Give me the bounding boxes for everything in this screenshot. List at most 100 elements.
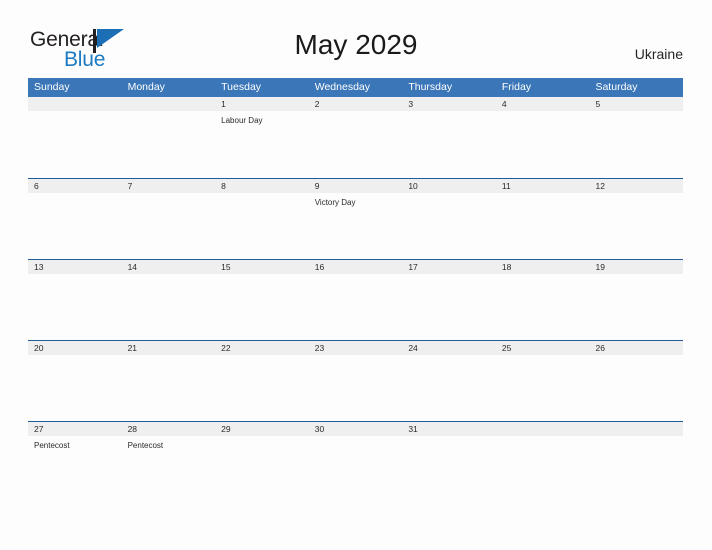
day-number-31[interactable]: 31 bbox=[402, 422, 496, 436]
day-number-28[interactable]: 28 bbox=[122, 422, 216, 436]
day-cell[interactable] bbox=[402, 193, 496, 259]
country-label: Ukraine bbox=[634, 46, 683, 62]
day-cell[interactable] bbox=[589, 355, 683, 421]
day-cell[interactable] bbox=[28, 111, 122, 177]
page-header: General Blue May 2029 Ukraine bbox=[0, 0, 712, 78]
day-number-11[interactable]: 11 bbox=[496, 179, 590, 193]
calendar-week-row: 27 28 29 30 31 Pentecost Pentecost bbox=[28, 421, 683, 502]
day-cell[interactable] bbox=[496, 111, 590, 177]
week-event-band: Pentecost Pentecost bbox=[28, 436, 683, 502]
week-date-band: 6 7 8 9 10 11 12 bbox=[28, 178, 683, 193]
day-number-empty bbox=[589, 422, 683, 436]
weekday-header-monday: Monday bbox=[127, 81, 165, 93]
day-number-21[interactable]: 21 bbox=[122, 341, 216, 355]
weekday-header-thursday: Thursday bbox=[408, 81, 453, 93]
day-cell[interactable]: Pentecost bbox=[28, 436, 122, 502]
day-cell[interactable] bbox=[28, 355, 122, 421]
day-cell[interactable] bbox=[402, 355, 496, 421]
day-number-2[interactable]: 2 bbox=[309, 97, 403, 111]
day-cell[interactable] bbox=[589, 274, 683, 340]
day-number-5[interactable]: 5 bbox=[589, 97, 683, 111]
day-cell[interactable] bbox=[215, 355, 309, 421]
day-cell[interactable] bbox=[309, 111, 403, 177]
day-cell[interactable] bbox=[122, 355, 216, 421]
day-number-3[interactable]: 3 bbox=[402, 97, 496, 111]
week-event-band: Labour Day bbox=[28, 111, 683, 177]
day-cell[interactable] bbox=[402, 436, 496, 502]
calendar-week-row: 20 21 22 23 24 25 26 bbox=[28, 340, 683, 421]
day-cell[interactable] bbox=[589, 436, 683, 502]
day-number-13[interactable]: 13 bbox=[28, 260, 122, 274]
calendar-week-row: 6 7 8 9 10 11 12 Victory Day bbox=[28, 178, 683, 259]
week-date-band: 12345 bbox=[28, 97, 683, 111]
day-cell[interactable] bbox=[215, 436, 309, 502]
day-cell[interactable]: Pentecost bbox=[122, 436, 216, 502]
weekday-header-friday: Friday bbox=[501, 81, 532, 93]
day-number-empty bbox=[122, 97, 216, 111]
day-cell[interactable] bbox=[402, 111, 496, 177]
day-cell[interactable] bbox=[122, 111, 216, 177]
calendar-weeks: 1 2 3 4 5 Labour Day 6 7 8 9 10 11 12 Victory Day 13 14… bbox=[28, 97, 683, 502]
day-number-4[interactable]: 4 bbox=[496, 97, 590, 111]
day-cell[interactable] bbox=[122, 193, 216, 259]
day-number-14[interactable]: 14 bbox=[122, 260, 216, 274]
day-cell[interactable]: Victory Day bbox=[309, 193, 403, 259]
holiday-label: Victory Day bbox=[314, 198, 356, 207]
day-number-20[interactable]: 20 bbox=[28, 341, 122, 355]
week-date-band: 20 21 22 23 24 25 26 bbox=[28, 340, 683, 355]
day-number-25[interactable]: 25 bbox=[496, 341, 590, 355]
day-number-30[interactable]: 30 bbox=[309, 422, 403, 436]
holiday-label: Pentecost bbox=[34, 441, 70, 450]
weekday-header-wednesday: Wednesday bbox=[314, 81, 370, 93]
day-number-empty bbox=[28, 97, 122, 111]
day-number-24[interactable]: 24 bbox=[402, 341, 496, 355]
day-cell[interactable] bbox=[589, 111, 683, 177]
day-number-16[interactable]: 16 bbox=[309, 260, 403, 274]
day-cell[interactable] bbox=[402, 274, 496, 340]
day-number-15[interactable]: 15 bbox=[215, 260, 309, 274]
calendar-week-row: 13 14 15 16 17 18 19 bbox=[28, 259, 683, 340]
day-number-6[interactable]: 6 bbox=[28, 179, 122, 193]
day-number-19[interactable]: 19 bbox=[589, 260, 683, 274]
week-date-band: 27 28 29 30 31 bbox=[28, 421, 683, 436]
day-number-17[interactable]: 17 bbox=[402, 260, 496, 274]
day-number-29[interactable]: 29 bbox=[215, 422, 309, 436]
day-number-10[interactable]: 10 bbox=[402, 179, 496, 193]
day-cell[interactable] bbox=[309, 436, 403, 502]
day-cell[interactable] bbox=[28, 274, 122, 340]
day-number-26[interactable]: 26 bbox=[589, 341, 683, 355]
day-number-18[interactable]: 18 bbox=[496, 260, 590, 274]
calendar-grid: Sunday Monday Tuesday Wednesday Thursday Frid… bbox=[28, 78, 683, 502]
weekday-header-sunday: Sunday bbox=[34, 81, 70, 93]
day-cell[interactable] bbox=[122, 274, 216, 340]
week-event-band: Victory Day bbox=[28, 193, 683, 259]
day-cell[interactable] bbox=[215, 193, 309, 259]
day-number-27[interactable]: 27 bbox=[28, 422, 122, 436]
day-number-23[interactable]: 23 bbox=[309, 341, 403, 355]
day-number-7[interactable]: 7 bbox=[122, 179, 216, 193]
day-number-1[interactable]: 1 bbox=[215, 97, 309, 111]
holiday-label: Pentecost bbox=[127, 441, 164, 450]
day-cell[interactable] bbox=[28, 193, 122, 259]
weekday-header-tuesday: Tuesday bbox=[221, 81, 262, 93]
week-event-band bbox=[28, 274, 683, 340]
day-cell[interactable] bbox=[215, 274, 309, 340]
day-number-9[interactable]: 9 bbox=[309, 179, 403, 193]
day-number-22[interactable]: 22 bbox=[215, 341, 309, 355]
week-event-band bbox=[28, 355, 683, 421]
day-cell[interactable] bbox=[496, 193, 590, 259]
day-cell[interactable] bbox=[589, 193, 683, 259]
day-number-12[interactable]: 12 bbox=[589, 179, 683, 193]
week-date-band: 13 14 15 16 17 18 19 bbox=[28, 259, 683, 274]
day-cell[interactable] bbox=[309, 274, 403, 340]
calendar-week-row: 1 2 3 4 5 Labour Day bbox=[28, 97, 683, 178]
day-cell[interactable] bbox=[496, 436, 590, 502]
page-title: May 2029 bbox=[294, 29, 418, 60]
day-number-8[interactable]: 8 bbox=[215, 179, 309, 193]
day-cell[interactable] bbox=[309, 355, 403, 421]
day-cell[interactable]: Labour Day bbox=[215, 111, 309, 177]
weekday-header-saturday: Saturday bbox=[595, 81, 638, 93]
holiday-label: Labour Day bbox=[221, 116, 263, 125]
day-cell[interactable] bbox=[496, 355, 590, 421]
day-cell[interactable] bbox=[496, 274, 590, 340]
